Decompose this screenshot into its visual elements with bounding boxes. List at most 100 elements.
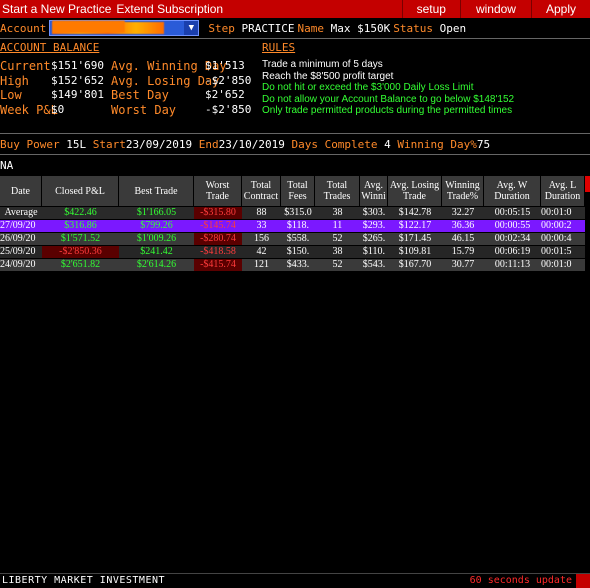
cell-fees: $433. bbox=[286, 259, 310, 270]
table-row[interactable]: 25/09/20 -$2'850.36 $241.42 -$418.58 42 … bbox=[0, 246, 585, 259]
cell-pnl: $1'571.52 bbox=[60, 233, 101, 244]
update-interval: 60 seconds update bbox=[469, 575, 572, 586]
cell-contracts: 156 bbox=[254, 233, 269, 244]
cell-avg-loss: $171.45 bbox=[398, 233, 432, 244]
column-header[interactable]: Closed P&L bbox=[42, 176, 119, 206]
cell-best: $241.42 bbox=[140, 246, 173, 257]
cell-contracts: 42 bbox=[256, 246, 267, 257]
cell-pnl: -$2'850.36 bbox=[42, 246, 119, 258]
start-value: 23/09/2019 bbox=[125, 138, 193, 151]
company-name: LIBERTY MARKET INVESTMENT bbox=[2, 575, 166, 586]
window-button[interactable]: window bbox=[459, 0, 531, 18]
table-row[interactable]: 26/09/20 $1'571.52 $1'009.26 -$280.74 15… bbox=[0, 233, 585, 246]
status-value: Open bbox=[439, 21, 467, 35]
balance-value: $1'513 bbox=[205, 59, 245, 72]
cell-best: $1'166.05 bbox=[136, 207, 177, 218]
rules-title: RULES bbox=[262, 41, 296, 54]
cell-worst: -$418.58 bbox=[200, 246, 236, 257]
cell-trades: 38 bbox=[332, 246, 343, 257]
balance-label: Low bbox=[0, 88, 22, 102]
cell-avg-loss: $167.70 bbox=[398, 259, 432, 270]
balance-value: $152'652 bbox=[51, 73, 104, 87]
table-header: Date Closed P&L Best Trade Worst Trade T… bbox=[0, 176, 585, 206]
table-row[interactable]: 27/09/20 $316.86 $799.26 -$145.74 33 $11… bbox=[0, 220, 585, 233]
balance-value: $151'690 bbox=[51, 59, 104, 72]
cell-contracts: 121 bbox=[254, 259, 269, 270]
cell-trades: 52 bbox=[332, 233, 343, 244]
balance-value: -$2'850 bbox=[205, 102, 252, 116]
scrollbar-indicator[interactable] bbox=[585, 176, 590, 192]
column-header[interactable]: Avg. Losing Trade bbox=[388, 176, 442, 206]
apply-button[interactable]: Apply bbox=[530, 0, 590, 18]
cell-pnl: $422.46 bbox=[64, 207, 97, 218]
balance-label: Week P&L bbox=[0, 102, 58, 117]
status-label: Status bbox=[393, 21, 433, 35]
cell-contracts: 33 bbox=[256, 220, 267, 231]
column-header[interactable]: Total Contract bbox=[242, 176, 281, 206]
column-header[interactable]: Avg. L Duration bbox=[541, 176, 585, 206]
cell-loss-duration: 00:00:2 bbox=[541, 220, 572, 231]
start-label: Start bbox=[92, 138, 126, 151]
name-value: Max $150K bbox=[330, 21, 391, 35]
cell-avg-win: $303. bbox=[362, 207, 386, 218]
days-complete-label: Days Complete bbox=[291, 138, 378, 151]
start-new-practice-menu[interactable]: Start a New Practice bbox=[2, 2, 111, 16]
buy-power-value: 15L bbox=[66, 138, 87, 151]
setup-button[interactable]: setup bbox=[401, 0, 460, 18]
cell-win-pct: 46.15 bbox=[451, 233, 475, 244]
cell-avg-loss: $109.81 bbox=[398, 246, 432, 257]
cell-pnl: $2'651.82 bbox=[60, 259, 101, 270]
divider bbox=[0, 133, 590, 134]
column-header[interactable]: Avg. Winni bbox=[360, 176, 388, 206]
cell-date: 27/09/20 bbox=[0, 220, 36, 231]
column-header[interactable]: Avg. W Duration bbox=[484, 176, 541, 206]
cell-date: 24/09/20 bbox=[0, 259, 36, 270]
cell-loss-duration: 00:01:0 bbox=[541, 259, 572, 270]
average-row[interactable]: Average $422.46 $1'166.05 -$315.80 88 $3… bbox=[0, 207, 585, 220]
balance-label: Avg. Losing Day bbox=[111, 73, 220, 88]
top-menu-bar: Start a New Practice Extend Subscription… bbox=[0, 0, 590, 18]
cell-pnl: $316.86 bbox=[64, 220, 97, 231]
balance-label: High bbox=[0, 73, 29, 88]
rule-item: Only trade permitted products during the… bbox=[262, 105, 513, 116]
cell-date: Average bbox=[4, 207, 38, 218]
cell-win-pct: 32.27 bbox=[451, 207, 475, 218]
column-header[interactable]: Total Trades bbox=[315, 176, 360, 206]
balance-label: Best Day bbox=[111, 88, 169, 102]
balance-value: $2'652 bbox=[205, 88, 245, 101]
chevron-down-icon[interactable]: ▼ bbox=[184, 21, 199, 35]
name-label: Name bbox=[297, 21, 324, 35]
buy-power-label: Buy Power bbox=[0, 138, 60, 151]
cell-trades: 11 bbox=[332, 220, 343, 231]
rules-list: Trade a minimum of 5 days Reach the $8'5… bbox=[262, 59, 514, 117]
rule-item: Reach the $8'500 profit target bbox=[262, 70, 394, 82]
cell-win-duration: 00:05:15 bbox=[494, 207, 531, 218]
step-value: PRACTICE bbox=[241, 21, 295, 35]
balance-value: $149'801 bbox=[51, 88, 104, 101]
end-label: End bbox=[198, 138, 219, 151]
column-header[interactable]: Total Fees bbox=[281, 176, 315, 206]
balance-label: Current bbox=[0, 59, 51, 73]
winning-day-label: Winning Day% bbox=[397, 138, 477, 151]
daily-stats-table: Date Closed P&L Best Trade Worst Trade T… bbox=[0, 176, 585, 272]
resize-grip-icon[interactable] bbox=[576, 574, 590, 588]
table-row[interactable]: 24/09/20 $2'651.82 $2'614.26 -$415.74 12… bbox=[0, 259, 585, 272]
cell-fees: $118. bbox=[286, 220, 310, 231]
extend-subscription-menu[interactable]: Extend Subscription bbox=[116, 2, 223, 16]
cell-win-duration: 00:00:55 bbox=[494, 220, 531, 231]
rule-item: Do not allow your Account Balance to go … bbox=[262, 93, 515, 105]
na-text: NA bbox=[0, 159, 14, 172]
cell-date: 26/09/20 bbox=[0, 233, 36, 244]
end-value: 23/10/2019 bbox=[218, 138, 285, 151]
account-select[interactable]: ████████████ ▼ bbox=[49, 20, 200, 36]
cell-best: $799.26 bbox=[140, 220, 173, 231]
cell-worst: -$315.80 bbox=[194, 207, 242, 219]
cell-fees: $315.0 bbox=[284, 207, 312, 218]
column-header[interactable]: Worst Trade bbox=[194, 176, 242, 206]
column-header[interactable]: Winning Trade% bbox=[442, 176, 484, 206]
column-header[interactable]: Best Trade bbox=[119, 176, 194, 206]
cell-contracts: 88 bbox=[256, 207, 267, 218]
cell-win-pct: 15.79 bbox=[451, 246, 475, 257]
column-header[interactable]: Date bbox=[0, 176, 42, 206]
cell-avg-win: $265. bbox=[362, 233, 386, 244]
